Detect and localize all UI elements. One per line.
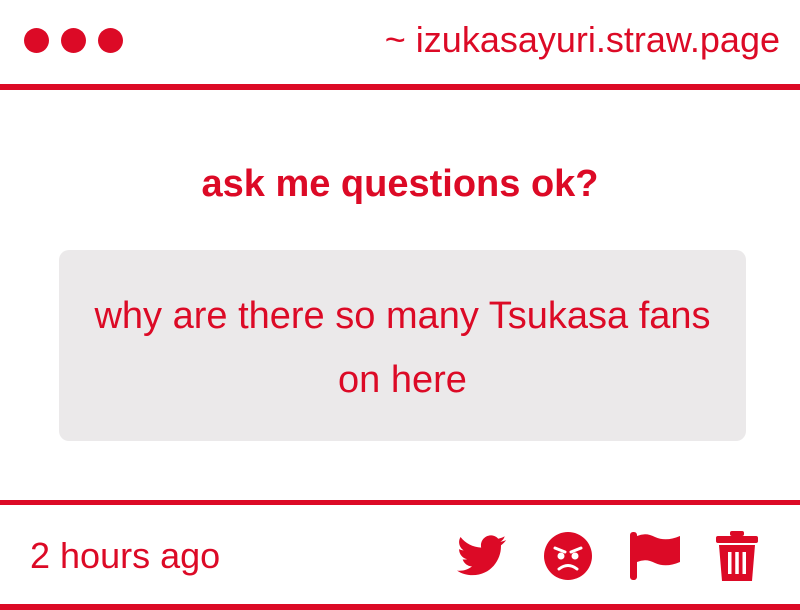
angry-face-icon (544, 532, 592, 580)
question-card: why are there so many Tsukasa fans on he… (59, 250, 746, 441)
react-angry-button[interactable] (541, 528, 595, 584)
window-controls (24, 28, 123, 53)
report-flag-button[interactable] (628, 528, 682, 584)
twitter-icon (457, 535, 507, 576)
window-dot-2[interactable] (61, 28, 86, 53)
window-dot-3[interactable] (98, 28, 123, 53)
page-url[interactable]: ~ izukasayuri.straw.page (385, 18, 780, 62)
trash-icon (716, 531, 758, 581)
footer-divider (0, 500, 800, 505)
question-text: why are there so many Tsukasa fans on he… (94, 295, 711, 401)
flag-icon (630, 532, 680, 580)
bottom-border (0, 604, 800, 610)
page-title: ask me questions ok? (201, 163, 599, 205)
header-divider (0, 84, 800, 90)
action-bar (0, 528, 800, 588)
window-dot-1[interactable] (24, 28, 49, 53)
share-twitter-button[interactable] (456, 528, 508, 584)
delete-button[interactable] (714, 528, 760, 584)
window-titlebar: ~ izukasayuri.straw.page (0, 0, 800, 84)
